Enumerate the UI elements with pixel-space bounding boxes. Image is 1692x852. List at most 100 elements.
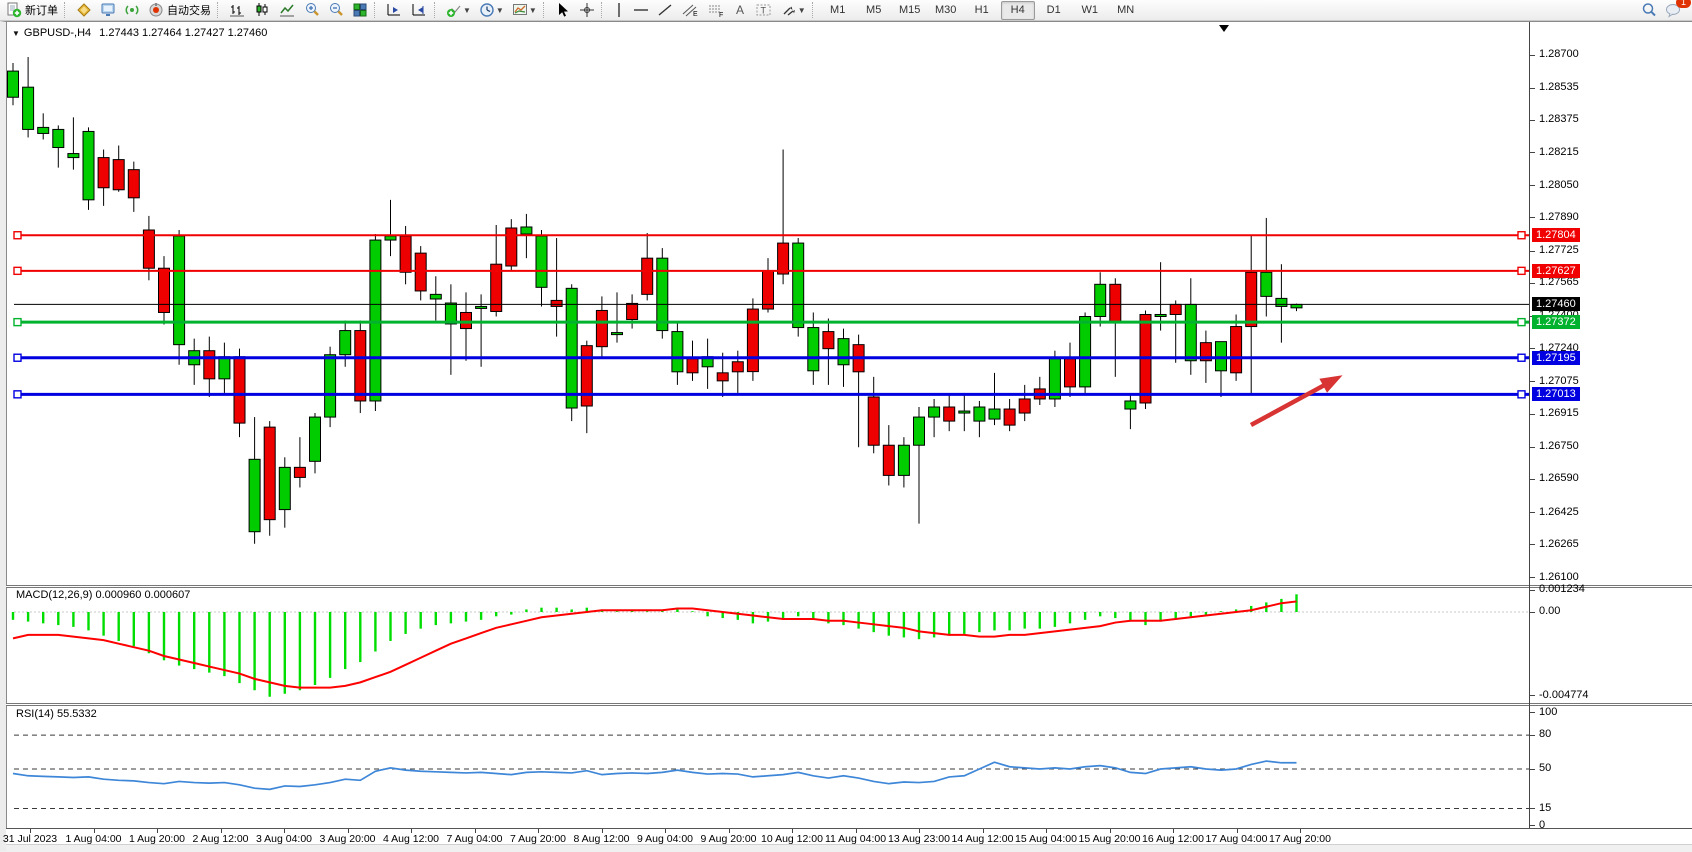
rsi-axis-label: 15 <box>1539 802 1551 814</box>
candle-body <box>959 411 970 413</box>
autotrade-button[interactable]: 自动交易 <box>144 0 215 20</box>
price-axis-label: 1.28215 <box>1539 146 1579 158</box>
candle-body <box>385 236 396 240</box>
candle-body <box>747 309 758 372</box>
candle-body <box>1125 401 1136 409</box>
line-handle[interactable] <box>14 267 21 274</box>
candle-body <box>264 427 275 520</box>
rsi-axis-label: 100 <box>1539 706 1557 718</box>
candle-body <box>808 328 819 371</box>
toolbar-separator <box>374 2 380 18</box>
candle-chart-icon <box>254 2 271 18</box>
cursor-button[interactable] <box>551 0 575 20</box>
candle-body <box>551 300 562 306</box>
timeframe-bar: M1M5M15M30H1H4D1W1MN <box>820 1 1144 20</box>
candle-body <box>642 258 653 294</box>
macd-value-main: 0.000960 <box>95 589 141 601</box>
zoom-in-button[interactable] <box>300 0 324 20</box>
price-tick <box>1530 769 1535 770</box>
vertical-line-button[interactable] <box>609 0 629 20</box>
chart-stage[interactable] <box>6 22 1692 852</box>
signal-icon <box>124 2 140 18</box>
price-tick <box>1530 55 1535 56</box>
trendline-button[interactable] <box>653 0 677 20</box>
candle-body <box>68 154 79 158</box>
svg-text:F: F <box>719 12 723 18</box>
auto-scroll-button[interactable] <box>407 0 432 20</box>
timeframe-button-mn[interactable]: MN <box>1109 1 1143 20</box>
timeframe-button-d1[interactable]: D1 <box>1037 1 1071 20</box>
collapse-triangle-icon[interactable]: ▼ <box>12 29 20 38</box>
zoom-out-button[interactable] <box>324 0 348 20</box>
line-handle[interactable] <box>14 319 21 326</box>
price-axis-label: 1.27565 <box>1539 276 1579 288</box>
candle-body <box>1080 316 1091 386</box>
candle-body <box>793 243 804 327</box>
macd-panel-splitter[interactable] <box>6 585 1692 588</box>
timeframe-button-m5[interactable]: M5 <box>857 1 891 20</box>
chart-shift-marker[interactable] <box>1219 25 1229 32</box>
timeframe-button-h1[interactable]: H1 <box>965 1 999 20</box>
bar-chart-button[interactable] <box>225 0 250 20</box>
price-axis-label: 1.26425 <box>1539 506 1579 518</box>
chart-shift-button[interactable] <box>382 0 407 20</box>
candle-body <box>914 417 925 445</box>
candle-body <box>430 294 441 299</box>
line-handle[interactable] <box>14 232 21 239</box>
new-order-button[interactable]: 新订单 <box>2 0 62 20</box>
candle-body <box>717 373 728 381</box>
line-handle[interactable] <box>14 354 21 361</box>
candle-body <box>113 160 124 190</box>
indicators-button[interactable]: ▼ <box>442 0 475 20</box>
candle-body <box>1155 314 1166 316</box>
rsi-panel-splitter[interactable] <box>6 703 1692 706</box>
annotation-arrow-head[interactable] <box>1319 375 1342 393</box>
annotation-arrow[interactable] <box>1251 385 1325 425</box>
zoom-out-icon <box>328 2 344 18</box>
notifications-button[interactable]: 1 <box>1661 0 1686 20</box>
crosshair-icon <box>579 2 595 18</box>
candle-body <box>929 407 940 417</box>
candle-body <box>763 271 774 309</box>
fibonacci-button[interactable]: F <box>703 0 729 20</box>
line-chart-button[interactable] <box>275 0 300 20</box>
candle-body <box>883 445 894 475</box>
equidistant-channel-button[interactable]: E <box>677 0 703 20</box>
periods-button[interactable]: ▼ <box>475 0 508 20</box>
candle-body <box>23 87 34 129</box>
price-axis-label: 1.26265 <box>1539 538 1579 550</box>
timeframe-button-h4[interactable]: H4 <box>1001 1 1035 20</box>
price-tick <box>1530 735 1535 736</box>
crosshair-button[interactable] <box>575 0 599 20</box>
timeframe-button-w1[interactable]: W1 <box>1073 1 1107 20</box>
price-tick <box>1530 612 1535 613</box>
price-tick <box>1530 695 1535 696</box>
text-button[interactable]: A <box>729 0 751 20</box>
line-handle[interactable] <box>1518 232 1525 239</box>
line-handle[interactable] <box>1518 319 1525 326</box>
tile-windows-button[interactable] <box>348 0 372 20</box>
chart-plot[interactable] <box>6 22 1529 852</box>
search-button[interactable] <box>1637 0 1661 20</box>
price-axis-label: 1.27725 <box>1539 244 1579 256</box>
quotes-button[interactable] <box>72 0 96 20</box>
timeframe-button-m1[interactable]: M1 <box>821 1 855 20</box>
candle-body <box>294 467 305 477</box>
candle-body <box>1216 342 1227 371</box>
line-handle[interactable] <box>1518 354 1525 361</box>
tile-windows-icon <box>352 2 368 18</box>
line-handle[interactable] <box>1518 391 1525 398</box>
text-label-button[interactable]: T <box>751 0 777 20</box>
candle-chart-button[interactable] <box>250 0 275 20</box>
candle-body <box>566 288 577 408</box>
arrows-button[interactable]: ▼ <box>777 0 810 20</box>
line-handle[interactable] <box>14 391 21 398</box>
horizontal-line-button[interactable] <box>629 0 653 20</box>
terminal-button[interactable] <box>96 0 120 20</box>
macd-axis-label: 0.00 <box>1539 605 1560 617</box>
timeframe-button-m30[interactable]: M30 <box>929 1 963 20</box>
line-handle[interactable] <box>1518 267 1525 274</box>
templates-button[interactable]: ▼ <box>508 0 541 20</box>
timeframe-button-m15[interactable]: M15 <box>893 1 927 20</box>
candle-body <box>1291 304 1302 307</box>
